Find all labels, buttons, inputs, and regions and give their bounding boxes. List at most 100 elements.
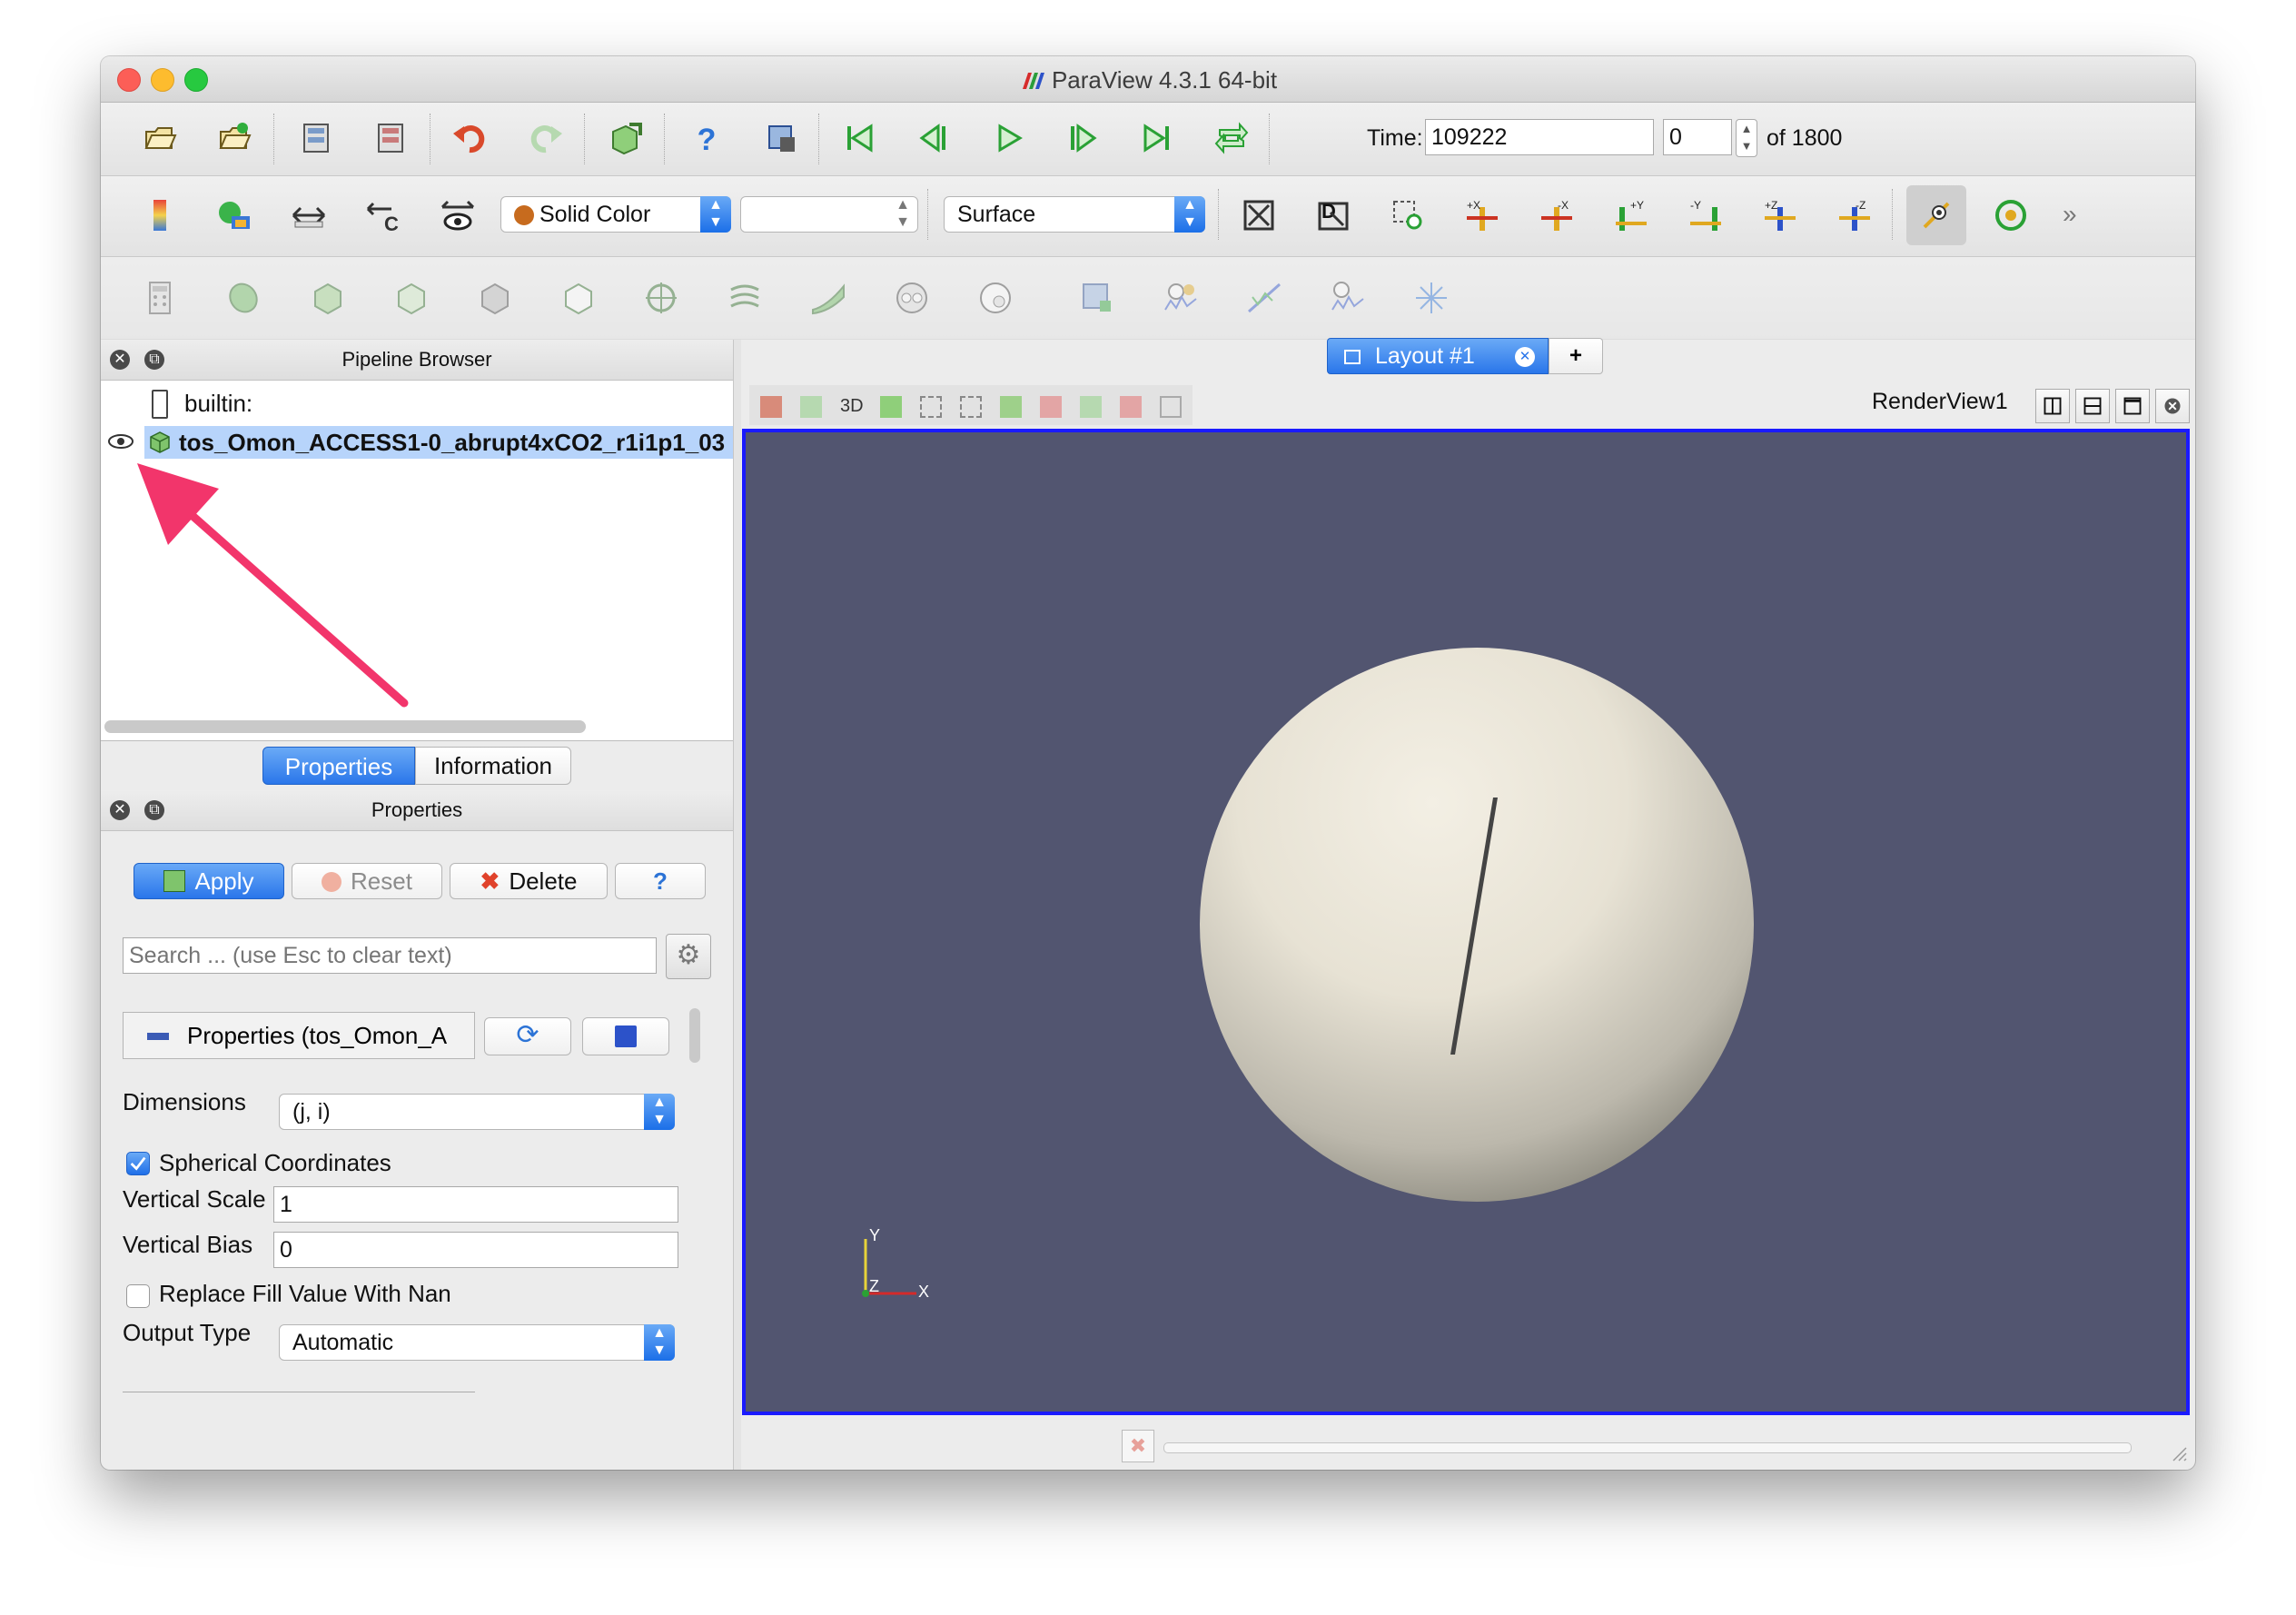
rotation-center-icon[interactable] (1986, 191, 2035, 240)
play-icon[interactable] (984, 114, 1033, 163)
time-input[interactable]: 109222 (1425, 119, 1654, 155)
replace-fill-value-checkbox[interactable] (126, 1284, 150, 1308)
representation-select[interactable]: Surface ▲ ▼ (944, 196, 1205, 233)
render-view[interactable]: Y X Z (742, 429, 2190, 1415)
zoom-to-box-icon[interactable] (1383, 191, 1432, 240)
tab-information[interactable]: Information (415, 747, 571, 785)
select-block-icon[interactable] (1080, 396, 1102, 418)
tab-properties[interactable]: Properties (262, 747, 415, 785)
save-defaults-button[interactable] (582, 1017, 669, 1055)
probe-location-icon[interactable] (1407, 273, 1456, 322)
stream-tracer-icon[interactable] (720, 273, 769, 322)
clip-icon[interactable] (302, 273, 351, 322)
output-type-select[interactable]: Automatic ▲ ▼ (279, 1324, 675, 1361)
help-icon[interactable]: ? (682, 114, 731, 163)
warp-by-vector-icon[interactable] (804, 273, 853, 322)
data-selection-icon[interactable] (757, 114, 806, 163)
select-points-on-icon[interactable] (960, 396, 982, 418)
previous-frame-icon[interactable] (909, 114, 958, 163)
contour-icon[interactable] (219, 273, 268, 322)
view-plus-y-icon[interactable]: +Y (1607, 191, 1656, 240)
screenshot-icon[interactable] (880, 396, 902, 418)
loop-icon[interactable] (1207, 114, 1256, 163)
close-tab-icon[interactable]: ✕ (1515, 347, 1535, 367)
resize-grip-icon[interactable] (2170, 1444, 2188, 1462)
gear-icon[interactable]: ⚙ (666, 934, 711, 979)
extract-subset-icon[interactable] (553, 273, 602, 322)
help-button[interactable]: ? (615, 863, 706, 899)
add-layout-tab-button[interactable]: + (1549, 338, 1603, 374)
threshold-icon[interactable] (470, 273, 519, 322)
color-component-select[interactable]: ▲ ▼ (740, 196, 918, 233)
horizontal-scrollbar[interactable] (104, 720, 586, 733)
properties-scrollbar[interactable] (689, 1008, 700, 1063)
extract-selection-icon[interactable] (1073, 273, 1122, 322)
slice-icon[interactable] (386, 273, 435, 322)
group-datasets-icon[interactable] (887, 273, 936, 322)
split-vertical-icon[interactable] (2075, 389, 2110, 423)
abort-progress-icon[interactable]: ✖ (1122, 1430, 1154, 1462)
extract-level-icon[interactable] (971, 273, 1020, 322)
camera-redo-icon[interactable] (800, 396, 822, 418)
timestep-spinbox[interactable]: 0 (1663, 119, 1732, 155)
select-cells-through-icon[interactable] (1000, 396, 1022, 418)
view-plus-x-icon[interactable]: +X (1458, 191, 1507, 240)
interactive-select-icon[interactable] (1120, 396, 1142, 418)
tab-layout-1[interactable]: Layout #1 ✕ (1327, 338, 1549, 374)
toggle-3d-button[interactable]: 3D (840, 396, 864, 417)
close-view-icon[interactable] (2155, 389, 2190, 423)
edit-color-map-icon[interactable] (210, 191, 259, 240)
color-legend-icon[interactable] (135, 191, 184, 240)
view-minus-x-icon[interactable]: -X (1532, 191, 1581, 240)
rescale-visible-range-icon[interactable] (433, 191, 482, 240)
clear-selection-icon[interactable] (1160, 396, 1182, 418)
view-minus-z-icon[interactable]: -Z (1830, 191, 1879, 240)
next-frame-icon[interactable] (1058, 114, 1107, 163)
toolbar-overflow-icon[interactable]: » (2063, 200, 2077, 229)
first-frame-icon[interactable] (835, 114, 884, 163)
select-points-through-icon[interactable] (1040, 396, 1062, 418)
close-panel-icon[interactable]: ✕ (110, 350, 130, 370)
apply-button[interactable]: Apply (134, 863, 284, 899)
view-plus-z-icon[interactable]: +Z (1756, 191, 1805, 240)
plot-selection-over-time-icon[interactable] (1156, 273, 1205, 322)
last-frame-icon[interactable] (1133, 114, 1182, 163)
reset-button[interactable]: Reset (292, 863, 442, 899)
pipeline-item-builtin[interactable]: builtin: (184, 390, 252, 418)
close-panel-icon[interactable]: ✕ (110, 800, 130, 820)
glyph-icon[interactable] (637, 273, 686, 322)
plot-over-line-icon[interactable] (1240, 273, 1289, 322)
rescale-custom-range-icon[interactable]: C (359, 191, 408, 240)
maximize-view-icon[interactable] (2115, 389, 2150, 423)
pipeline-item-selected[interactable]: tos_Omon_ACCESS1-0_abrupt4xCO2_r1i1p1_03 (144, 426, 733, 459)
show-center-icon[interactable] (1906, 185, 1966, 245)
timestep-stepper[interactable]: ▲ ▼ (1736, 119, 1757, 157)
undo-icon[interactable] (446, 114, 495, 163)
dimensions-select[interactable]: (j, i) ▲ ▼ (279, 1094, 675, 1130)
search-input[interactable] (123, 937, 657, 974)
select-cells-on-icon[interactable] (920, 396, 942, 418)
camera-undo-icon[interactable] (760, 396, 782, 418)
reset-camera-icon[interactable] (1234, 191, 1283, 240)
color-mode-select[interactable]: Solid Color ▲ ▼ (500, 196, 731, 233)
split-horizontal-icon[interactable] (2035, 389, 2070, 423)
zoom-to-data-icon[interactable]: D (1309, 191, 1358, 240)
rescale-range-icon[interactable] (284, 191, 333, 240)
float-panel-icon[interactable]: ⧉ (144, 800, 164, 820)
dock-splitter[interactable] (733, 340, 741, 1470)
delete-button[interactable]: ✖ Delete (450, 863, 608, 899)
calculator-icon[interactable] (135, 273, 184, 322)
view-minus-y-icon[interactable]: -Y (1681, 191, 1730, 240)
float-panel-icon[interactable]: ⧉ (144, 350, 164, 370)
load-state-icon[interactable] (210, 114, 259, 163)
properties-section-button[interactable]: Properties (tos_Omon_A (123, 1012, 475, 1059)
redo-icon[interactable] (520, 114, 569, 163)
open-file-icon[interactable] (135, 114, 184, 163)
vertical-scale-input[interactable]: 1 (273, 1186, 678, 1223)
spherical-coordinates-checkbox[interactable] (126, 1152, 150, 1175)
restore-defaults-button[interactable]: ⟳ (484, 1017, 571, 1055)
vertical-bias-input[interactable]: 0 (273, 1232, 678, 1268)
connect-icon[interactable] (292, 114, 341, 163)
reset-session-icon[interactable] (600, 114, 649, 163)
eye-visibility-icon[interactable] (108, 433, 134, 450)
